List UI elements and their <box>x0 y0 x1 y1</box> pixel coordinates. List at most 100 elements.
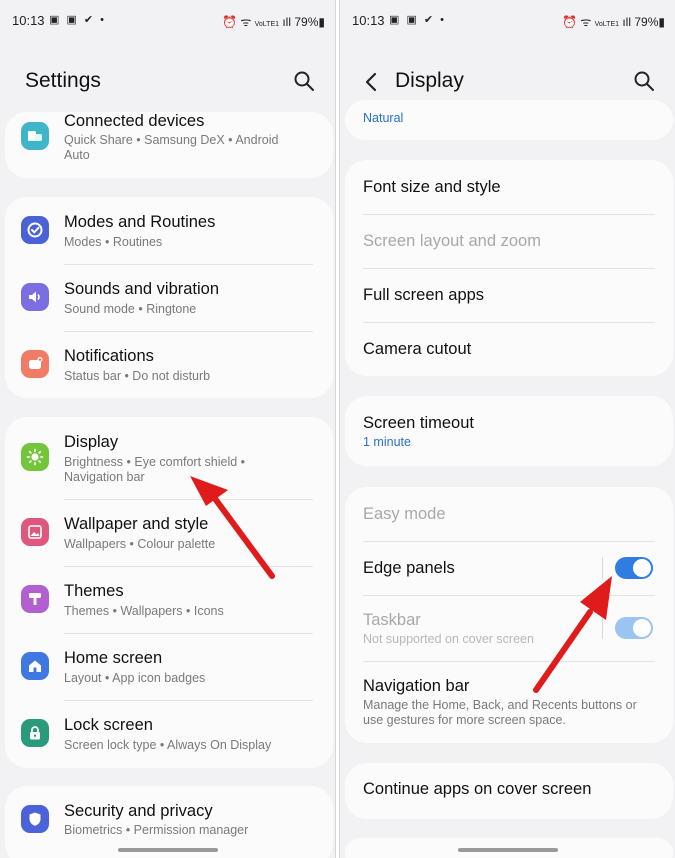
item-subtitle: Biometrics • Permission manager <box>64 823 249 837</box>
settings-item-notifications[interactable]: Notifications Status bar • Do not distur… <box>5 331 333 398</box>
item-title: Themes <box>64 582 124 600</box>
item-title: Taskbar <box>363 611 421 629</box>
toggle-separator <box>602 557 603 579</box>
setting-font-size[interactable]: Font size and style <box>345 160 673 214</box>
search-icon[interactable] <box>292 69 316 93</box>
settings-item-security[interactable]: Security and privacy Biometrics • Permis… <box>5 786 333 848</box>
item-title: Wallpaper and style <box>64 515 209 533</box>
item-title: Camera cutout <box>363 340 472 358</box>
item-subtitle: Brightness • Eye comfort shield • <box>64 455 246 469</box>
item-title: Security and privacy <box>64 802 213 820</box>
notifications-icon <box>21 350 49 378</box>
lock-icon <box>21 719 49 747</box>
status-time: 10:13 <box>352 13 385 28</box>
status-bar: 10:13 ▣ ▣ ✔ • ⏰ ᯤ VoLTE1 ıll 79%▮ <box>0 0 335 40</box>
setting-navigation-bar[interactable]: Navigation bar Manage the Home, Back, an… <box>345 661 673 743</box>
item-title: Edge panels <box>363 559 455 577</box>
connected-devices-icon <box>21 122 49 150</box>
settings-item-home-screen[interactable]: Home screen Layout • App icon badges <box>5 633 333 700</box>
item-subtitle: Sound mode • Ringtone <box>64 302 197 316</box>
setting-easy-mode: Easy mode <box>345 487 673 541</box>
setting-continue-apps[interactable]: Continue apps on cover screen <box>345 763 673 819</box>
item-subtitle: use gestures for more screen space. <box>363 713 566 727</box>
item-subtitle: Auto <box>64 148 90 162</box>
search-icon[interactable] <box>632 69 656 93</box>
item-title: Home screen <box>64 649 163 667</box>
page-title: Settings <box>25 69 101 92</box>
setting-screen-timeout[interactable]: Screen timeout 1 minute <box>345 396 673 466</box>
item-subtitle: Screen lock type • Always On Display <box>64 738 272 752</box>
settings-item-wallpaper[interactable]: Wallpaper and style Wallpapers • Colour … <box>5 499 333 566</box>
speaker-icon <box>21 283 49 311</box>
modes-routines-icon <box>21 216 49 244</box>
status-bar: 10:13 ▣ ▣ ✔ • ⏰ ᯤ VoLTE1 ıll 79%▮ <box>340 0 675 40</box>
settings-card: Easy mode Edge panels Taskbar Not suppor… <box>345 487 673 743</box>
item-subtitle: Status bar • Do not disturb <box>64 369 211 383</box>
item-subtitle: Manage the Home, Back, and Recents butto… <box>363 698 637 712</box>
themes-icon <box>21 585 49 613</box>
page-title: Display <box>395 69 464 92</box>
item-title: Lock screen <box>64 716 153 734</box>
settings-item-modes-routines[interactable]: Modes and Routines Modes • Routines <box>5 197 333 264</box>
settings-card: Continue apps on cover screen <box>345 763 673 819</box>
item-title: Full screen apps <box>363 286 485 304</box>
item-subtitle: Quick Share • Samsung DeX • Android <box>64 133 279 147</box>
setting-full-screen-apps[interactable]: Full screen apps <box>345 268 673 322</box>
item-subtitle: Modes • Routines <box>64 235 163 249</box>
settings-card: Natural <box>345 100 673 140</box>
settings-item-display[interactable]: Display Brightness • Eye comfort shield … <box>5 417 333 499</box>
settings-screen: 10:13 ▣ ▣ ✔ • ⏰ ᯤ VoLTE1 ıll 79%▮ Settin… <box>0 0 336 858</box>
home-indicator <box>458 848 558 852</box>
settings-item-lock-screen[interactable]: Lock screen Screen lock type • Always On… <box>5 700 333 768</box>
setting-screen-layout: Screen layout and zoom <box>345 214 673 268</box>
wallpaper-icon <box>21 518 49 546</box>
item-subtitle: Not supported on cover screen <box>363 632 534 646</box>
notification-icons: ▣ ▣ ✔ • <box>389 14 447 26</box>
item-title: Navigation bar <box>363 677 470 695</box>
item-subtitle: Layout • App icon badges <box>64 671 206 685</box>
status-time: 10:13 <box>12 13 45 28</box>
item-title: Continue apps on cover screen <box>363 780 592 798</box>
item-title: Easy mode <box>363 505 446 523</box>
item-title: Connected devices <box>64 112 205 130</box>
toggle-separator <box>602 617 603 639</box>
notification-icons: ▣ ▣ ✔ • <box>49 14 107 26</box>
setting-camera-cutout[interactable]: Camera cutout <box>345 322 673 376</box>
settings-card: Screen timeout 1 minute <box>345 396 673 466</box>
settings-card: Font size and style Screen layout and zo… <box>345 160 673 376</box>
settings-card: Connected devices Quick Share • Samsung … <box>5 112 333 178</box>
item-subtitle: Navigation bar <box>64 470 145 484</box>
edge-panels-toggle[interactable] <box>615 557 653 579</box>
item-title: Display <box>64 433 119 451</box>
home-indicator <box>118 848 218 852</box>
screen-mode-value: Natural <box>363 111 404 125</box>
setting-screen-mode[interactable]: Natural <box>345 100 673 140</box>
home-icon <box>21 652 49 680</box>
status-right: ⏰ ᯤ VoLTE1 ıll 79%▮ <box>222 15 325 29</box>
brightness-icon <box>21 443 49 471</box>
settings-item-themes[interactable]: Themes Themes • Wallpapers • Icons <box>5 566 333 633</box>
back-icon[interactable] <box>362 70 382 94</box>
item-title: Notifications <box>64 347 154 365</box>
battery-label: 79% <box>634 15 659 29</box>
shield-icon <box>21 805 49 833</box>
setting-taskbar: Taskbar Not supported on cover screen <box>345 595 673 661</box>
taskbar-toggle <box>615 617 653 639</box>
screen-timeout-value: 1 minute <box>363 435 411 449</box>
display-screen: 10:13 ▣ ▣ ✔ • ⏰ ᯤ VoLTE1 ıll 79%▮ Displa… <box>339 0 675 858</box>
item-title: Screen layout and zoom <box>363 232 541 250</box>
settings-card: Display Brightness • Eye comfort shield … <box>5 417 333 768</box>
setting-edge-panels[interactable]: Edge panels <box>345 541 673 595</box>
volte-label: VoLTE1 <box>254 21 280 28</box>
settings-card: Modes and Routines Modes • Routines Soun… <box>5 197 333 398</box>
item-title: Modes and Routines <box>64 213 216 231</box>
item-title: Screen timeout <box>363 414 474 432</box>
settings-item-connected-devices[interactable]: Connected devices Quick Share • Samsung … <box>5 112 333 178</box>
item-title: Sounds and vibration <box>64 280 220 298</box>
item-title: Font size and style <box>363 178 501 196</box>
item-subtitle: Themes • Wallpapers • Icons <box>64 604 224 618</box>
settings-item-sounds[interactable]: Sounds and vibration Sound mode • Ringto… <box>5 264 333 331</box>
volte-label: VoLTE1 <box>594 21 620 28</box>
item-subtitle: Wallpapers • Colour palette <box>64 537 216 551</box>
status-right: ⏰ ᯤ VoLTE1 ıll 79%▮ <box>562 15 665 29</box>
